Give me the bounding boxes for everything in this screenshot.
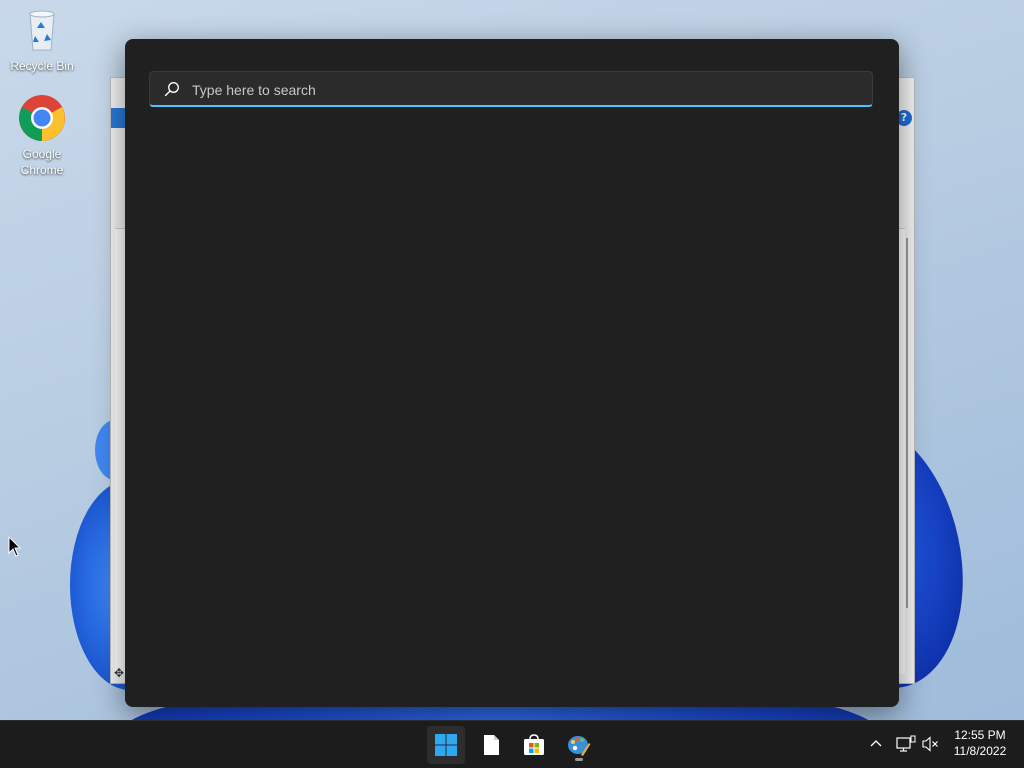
move-icon[interactable]: ✥ <box>114 666 124 680</box>
chrome-icon <box>18 94 66 142</box>
search-box[interactable] <box>149 71 873 107</box>
store-icon <box>524 734 544 755</box>
desktop: Recycle Bin Google Chrome ? ✥ Type here … <box>0 0 1024 768</box>
clock-time: 12:55 PM <box>954 728 1006 742</box>
mouse-cursor-icon <box>8 536 22 557</box>
recycle-bin-icon <box>18 6 66 54</box>
desktop-icon-label: Recycle Bin <box>10 59 74 73</box>
desktop-icon-google-chrome[interactable]: Google Chrome <box>4 94 80 178</box>
volume-muted-icon[interactable] <box>922 736 940 752</box>
search-flyout <box>125 39 899 707</box>
search-input[interactable] <box>190 78 854 102</box>
taskbar-store-button[interactable] <box>515 726 553 764</box>
desktop-icon-recycle-bin[interactable]: Recycle Bin <box>4 6 80 74</box>
network-icon[interactable] <box>896 735 916 753</box>
running-indicator <box>575 758 583 761</box>
taskbar-clock[interactable]: 12:55 PM 11/8/2022 <box>946 727 1014 759</box>
taskbar-file-button[interactable] <box>472 726 510 764</box>
vertical-scrollbar[interactable] <box>906 238 908 608</box>
start-button[interactable] <box>427 726 465 764</box>
chevron-up-icon[interactable] <box>868 736 884 752</box>
search-icon <box>164 82 179 97</box>
paint-icon <box>568 736 591 756</box>
windows-start-icon <box>435 734 457 756</box>
clock-date: 11/8/2022 <box>953 744 1007 758</box>
desktop-icon-label: Google Chrome <box>20 147 64 177</box>
file-icon <box>484 735 499 755</box>
